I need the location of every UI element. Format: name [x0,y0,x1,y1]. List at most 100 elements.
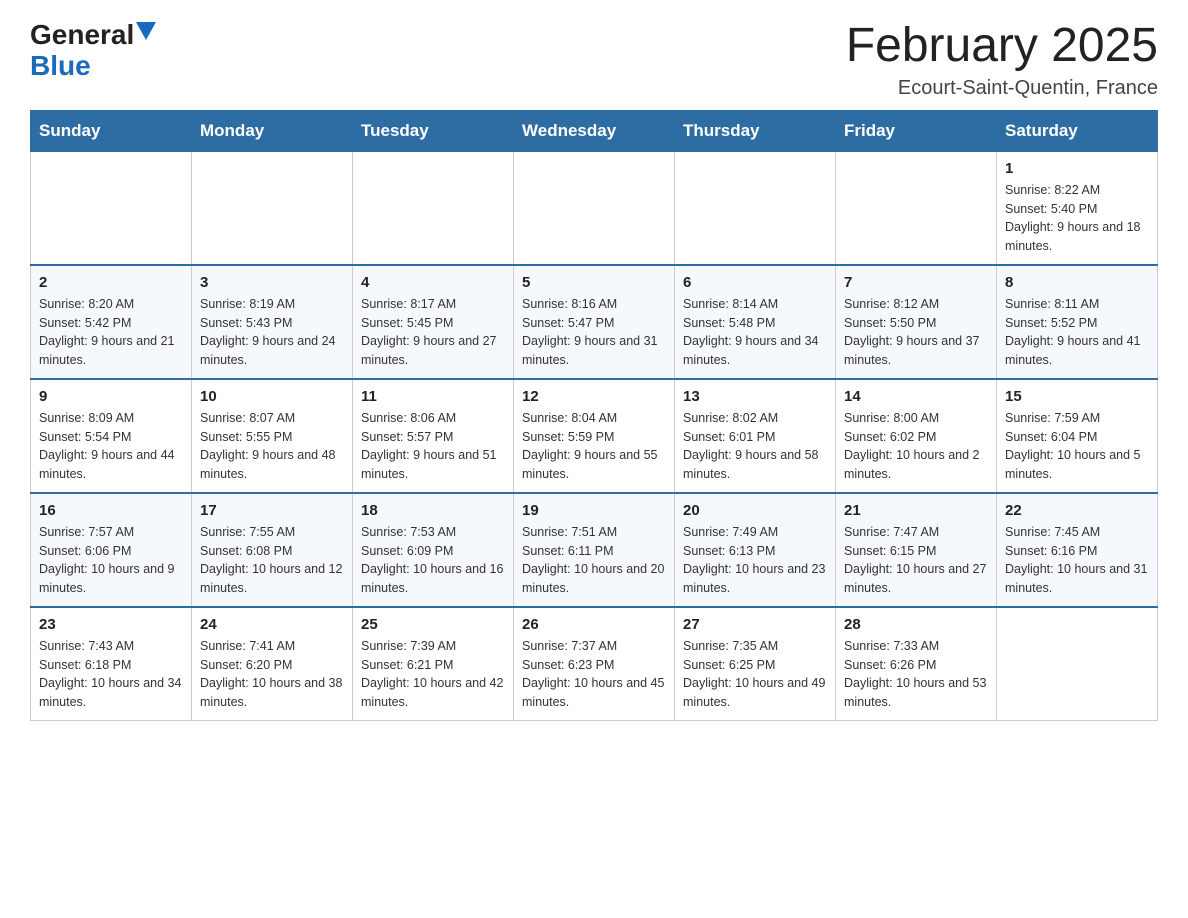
calendar-day-cell: 15Sunrise: 7:59 AMSunset: 6:04 PMDayligh… [997,379,1158,493]
calendar-table: SundayMondayTuesdayWednesdayThursdayFrid… [30,110,1158,721]
day-sun-info: Sunrise: 7:49 AMSunset: 6:13 PMDaylight:… [683,523,827,598]
calendar-day-cell: 27Sunrise: 7:35 AMSunset: 6:25 PMDayligh… [675,607,836,721]
day-number: 21 [844,500,988,521]
day-sun-info: Sunrise: 8:11 AMSunset: 5:52 PMDaylight:… [1005,295,1149,370]
calendar-day-cell [997,607,1158,721]
calendar-day-cell: 7Sunrise: 8:12 AMSunset: 5:50 PMDaylight… [836,265,997,379]
calendar-day-cell: 23Sunrise: 7:43 AMSunset: 6:18 PMDayligh… [31,607,192,721]
calendar-day-cell: 8Sunrise: 8:11 AMSunset: 5:52 PMDaylight… [997,265,1158,379]
day-number: 8 [1005,272,1149,293]
day-sun-info: Sunrise: 8:12 AMSunset: 5:50 PMDaylight:… [844,295,988,370]
day-number: 27 [683,614,827,635]
calendar-day-cell: 3Sunrise: 8:19 AMSunset: 5:43 PMDaylight… [192,265,353,379]
day-number: 24 [200,614,344,635]
logo-triangle-icon [136,22,156,40]
day-sun-info: Sunrise: 7:45 AMSunset: 6:16 PMDaylight:… [1005,523,1149,598]
calendar-day-cell: 4Sunrise: 8:17 AMSunset: 5:45 PMDaylight… [353,265,514,379]
day-number: 22 [1005,500,1149,521]
calendar-day-cell: 10Sunrise: 8:07 AMSunset: 5:55 PMDayligh… [192,379,353,493]
day-sun-info: Sunrise: 7:35 AMSunset: 6:25 PMDaylight:… [683,637,827,712]
calendar-day-cell [836,151,997,265]
calendar-day-cell: 25Sunrise: 7:39 AMSunset: 6:21 PMDayligh… [353,607,514,721]
day-sun-info: Sunrise: 8:20 AMSunset: 5:42 PMDaylight:… [39,295,183,370]
weekday-header-thursday: Thursday [675,110,836,151]
day-number: 17 [200,500,344,521]
calendar-day-cell: 28Sunrise: 7:33 AMSunset: 6:26 PMDayligh… [836,607,997,721]
day-sun-info: Sunrise: 8:06 AMSunset: 5:57 PMDaylight:… [361,409,505,484]
calendar-day-cell [675,151,836,265]
calendar-day-cell [192,151,353,265]
day-sun-info: Sunrise: 7:59 AMSunset: 6:04 PMDaylight:… [1005,409,1149,484]
calendar-day-cell [353,151,514,265]
day-sun-info: Sunrise: 7:51 AMSunset: 6:11 PMDaylight:… [522,523,666,598]
calendar-day-cell: 24Sunrise: 7:41 AMSunset: 6:20 PMDayligh… [192,607,353,721]
day-sun-info: Sunrise: 8:22 AMSunset: 5:40 PMDaylight:… [1005,181,1149,256]
calendar-week-row: 2Sunrise: 8:20 AMSunset: 5:42 PMDaylight… [31,265,1158,379]
day-sun-info: Sunrise: 8:07 AMSunset: 5:55 PMDaylight:… [200,409,344,484]
day-sun-info: Sunrise: 7:43 AMSunset: 6:18 PMDaylight:… [39,637,183,712]
day-number: 6 [683,272,827,293]
calendar-day-cell: 6Sunrise: 8:14 AMSunset: 5:48 PMDaylight… [675,265,836,379]
day-number: 4 [361,272,505,293]
logo: General Blue [30,20,156,82]
day-sun-info: Sunrise: 8:00 AMSunset: 6:02 PMDaylight:… [844,409,988,484]
day-sun-info: Sunrise: 7:33 AMSunset: 6:26 PMDaylight:… [844,637,988,712]
weekday-header-wednesday: Wednesday [514,110,675,151]
calendar-day-cell: 13Sunrise: 8:02 AMSunset: 6:01 PMDayligh… [675,379,836,493]
calendar-day-cell: 21Sunrise: 7:47 AMSunset: 6:15 PMDayligh… [836,493,997,607]
weekday-header-sunday: Sunday [31,110,192,151]
day-sun-info: Sunrise: 8:09 AMSunset: 5:54 PMDaylight:… [39,409,183,484]
calendar-day-cell: 18Sunrise: 7:53 AMSunset: 6:09 PMDayligh… [353,493,514,607]
day-number: 26 [522,614,666,635]
calendar-week-row: 16Sunrise: 7:57 AMSunset: 6:06 PMDayligh… [31,493,1158,607]
calendar-day-cell: 2Sunrise: 8:20 AMSunset: 5:42 PMDaylight… [31,265,192,379]
day-number: 14 [844,386,988,407]
month-title: February 2025 [846,20,1158,73]
calendar-day-cell: 20Sunrise: 7:49 AMSunset: 6:13 PMDayligh… [675,493,836,607]
day-number: 16 [39,500,183,521]
calendar-week-row: 1Sunrise: 8:22 AMSunset: 5:40 PMDaylight… [31,151,1158,265]
calendar-day-cell: 22Sunrise: 7:45 AMSunset: 6:16 PMDayligh… [997,493,1158,607]
calendar-day-cell: 11Sunrise: 8:06 AMSunset: 5:57 PMDayligh… [353,379,514,493]
calendar-day-cell: 9Sunrise: 8:09 AMSunset: 5:54 PMDaylight… [31,379,192,493]
calendar-week-row: 23Sunrise: 7:43 AMSunset: 6:18 PMDayligh… [31,607,1158,721]
day-sun-info: Sunrise: 8:17 AMSunset: 5:45 PMDaylight:… [361,295,505,370]
calendar-day-cell: 12Sunrise: 8:04 AMSunset: 5:59 PMDayligh… [514,379,675,493]
day-sun-info: Sunrise: 8:02 AMSunset: 6:01 PMDaylight:… [683,409,827,484]
day-sun-info: Sunrise: 7:39 AMSunset: 6:21 PMDaylight:… [361,637,505,712]
calendar-day-cell [31,151,192,265]
day-number: 9 [39,386,183,407]
calendar-week-row: 9Sunrise: 8:09 AMSunset: 5:54 PMDaylight… [31,379,1158,493]
day-number: 28 [844,614,988,635]
calendar-day-cell: 26Sunrise: 7:37 AMSunset: 6:23 PMDayligh… [514,607,675,721]
weekday-header-friday: Friday [836,110,997,151]
day-sun-info: Sunrise: 7:37 AMSunset: 6:23 PMDaylight:… [522,637,666,712]
location-subtitle: Ecourt-Saint-Quentin, France [846,77,1158,100]
day-number: 19 [522,500,666,521]
day-number: 12 [522,386,666,407]
calendar-day-cell: 14Sunrise: 8:00 AMSunset: 6:02 PMDayligh… [836,379,997,493]
day-number: 23 [39,614,183,635]
day-number: 2 [39,272,183,293]
calendar-day-cell: 19Sunrise: 7:51 AMSunset: 6:11 PMDayligh… [514,493,675,607]
weekday-header-tuesday: Tuesday [353,110,514,151]
day-number: 25 [361,614,505,635]
day-number: 1 [1005,158,1149,179]
logo-blue-text: Blue [30,51,91,82]
day-sun-info: Sunrise: 7:57 AMSunset: 6:06 PMDaylight:… [39,523,183,598]
calendar-day-cell [514,151,675,265]
day-number: 10 [200,386,344,407]
day-sun-info: Sunrise: 7:55 AMSunset: 6:08 PMDaylight:… [200,523,344,598]
day-number: 15 [1005,386,1149,407]
day-number: 20 [683,500,827,521]
day-number: 13 [683,386,827,407]
calendar-day-cell: 5Sunrise: 8:16 AMSunset: 5:47 PMDaylight… [514,265,675,379]
day-number: 7 [844,272,988,293]
page-header: General Blue February 2025 Ecourt-Saint-… [30,20,1158,100]
day-sun-info: Sunrise: 7:53 AMSunset: 6:09 PMDaylight:… [361,523,505,598]
day-sun-info: Sunrise: 7:47 AMSunset: 6:15 PMDaylight:… [844,523,988,598]
day-sun-info: Sunrise: 7:41 AMSunset: 6:20 PMDaylight:… [200,637,344,712]
weekday-header-monday: Monday [192,110,353,151]
calendar-day-cell: 1Sunrise: 8:22 AMSunset: 5:40 PMDaylight… [997,151,1158,265]
day-number: 3 [200,272,344,293]
